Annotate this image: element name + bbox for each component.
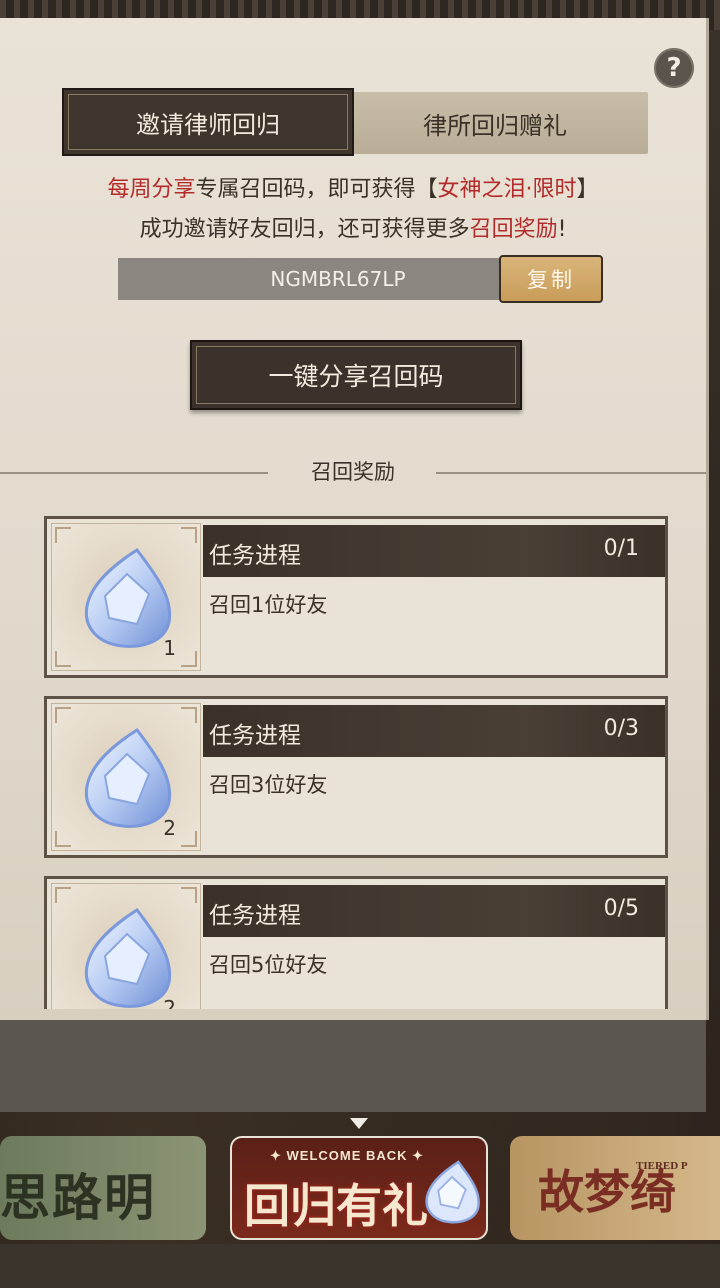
copy-button[interactable]: 复制 [499, 255, 603, 303]
banner-welcome-back[interactable]: ✦ WELCOME BACK ✦ 回归有礼 [230, 1136, 488, 1240]
reward-item[interactable]: 2 [51, 883, 201, 1009]
tear-gem-icon [84, 727, 172, 828]
task-card: 1 任务进程 0/1 召回1位好友 [44, 516, 668, 678]
task-header: 任务进程 0/5 [203, 885, 665, 937]
intro-highlight-reward: 女神之泪·限时 [437, 177, 577, 202]
carousel-indicator-arrow [350, 1118, 368, 1129]
banner-mid-subtitle: ✦ WELCOME BACK ✦ [270, 1148, 425, 1163]
tear-gem-icon [84, 907, 172, 1008]
reward-list[interactable]: 1 任务进程 0/1 召回1位好友 2 任务进程 0/3 召回3位好友 2 任务… [44, 516, 668, 1009]
share-code-button[interactable]: 一键分享召回码 [190, 340, 522, 410]
section-title: 召回奖励 [311, 460, 395, 484]
task-progress: 0/5 [603, 896, 639, 921]
banner-left-title: 思路明轨 [0, 1168, 156, 1227]
help-icon[interactable]: ? [654, 48, 694, 88]
intro-text-segment: 成功邀请好友回归，还可获得更多 [139, 217, 470, 242]
task-header-label: 任务进程 [209, 903, 301, 929]
task-description: 召回5位好友 [209, 953, 328, 977]
intro-highlight-recall: 召回奖励 [469, 217, 558, 242]
intro-text-segment: ! [557, 217, 567, 242]
intro-line-2: 成功邀请好友回归，还可获得更多召回奖励! [0, 210, 706, 250]
task-description: 召回3位好友 [209, 773, 328, 797]
tab-invite-lawyer-return[interactable]: 邀请律师回归 [62, 88, 354, 156]
task-header-label: 任务进程 [209, 723, 301, 749]
intro-text: 每周分享专属召回码，即可获得【女神之泪·限时】 成功邀请好友回归，还可获得更多召… [0, 170, 706, 250]
tab-bar: 律所回归赠礼 邀请律师回归 [62, 88, 648, 156]
banner-right-subtitle: TIERED P [636, 1160, 688, 1172]
intro-highlight-weekly: 每周分享 [107, 177, 196, 202]
reward-quantity: 2 [163, 816, 176, 840]
intro-line-1: 每周分享专属召回码，即可获得【女神之泪·限时】 [0, 170, 706, 210]
intro-text-segment: 】 [576, 177, 599, 202]
task-header-label: 任务进程 [209, 543, 301, 569]
task-card: 2 任务进程 0/5 召回5位好友 [44, 876, 668, 1009]
banner-right[interactable]: 故梦绮 TIERED P [510, 1136, 720, 1240]
background-bottom [0, 1244, 720, 1288]
reward-quantity: 2 [163, 996, 176, 1009]
recall-code-field: NGMBRL67LP [118, 258, 558, 300]
tear-gem-icon [84, 547, 172, 648]
banner-left[interactable]: 思路明轨 [0, 1136, 206, 1240]
intro-text-segment: 专属召回码，即可获得【 [195, 177, 438, 202]
reward-item[interactable]: 2 [51, 703, 201, 851]
task-description: 召回1位好友 [209, 593, 328, 617]
task-header: 任务进程 0/3 [203, 705, 665, 757]
task-progress: 0/1 [603, 536, 639, 561]
reward-quantity: 1 [163, 636, 176, 660]
banner-mid-title: 回归有礼 [244, 1179, 428, 1233]
task-header: 任务进程 0/1 [203, 525, 665, 577]
recall-panel: ? 律所回归赠礼 邀请律师回归 每周分享专属召回码，即可获得【女神之泪·限时】 … [0, 18, 709, 1020]
reward-item[interactable]: 1 [51, 523, 201, 671]
tear-gem-icon [425, 1160, 480, 1224]
task-card: 2 任务进程 0/3 召回3位好友 [44, 696, 668, 858]
panel-footer-shade [0, 1020, 706, 1112]
task-progress: 0/3 [603, 716, 639, 741]
tab-firm-return-gift[interactable]: 律所回归赠礼 [342, 92, 648, 154]
